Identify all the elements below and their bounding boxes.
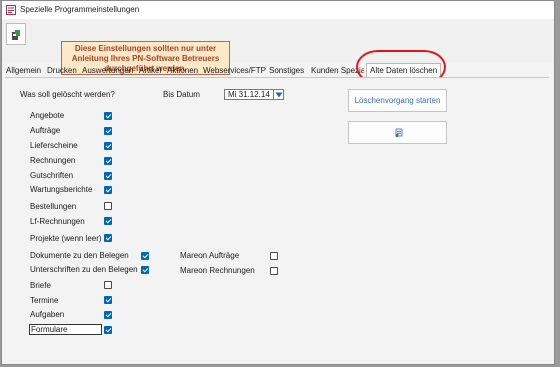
label-aufgaben: Aufgaben <box>30 310 65 319</box>
title-bar: Spezielle Programmeinstellungen <box>2 1 554 19</box>
checkbox-dokumente[interactable] <box>141 252 149 260</box>
checkbox-lf-rechnungen[interactable] <box>104 217 112 225</box>
tab-content-panel: Was soll gelöscht werden? Bis Datum Mi 3… <box>5 77 549 356</box>
checkbox-bestellungen[interactable] <box>104 202 112 210</box>
label-termine: Termine <box>30 296 59 305</box>
checkbox-rechnungen[interactable] <box>104 157 112 165</box>
label-mareon-auftraege: Mareon Aufträge <box>180 251 240 260</box>
tool-button[interactable] <box>6 23 26 45</box>
tab-webservices-ftp[interactable]: Webservices/FTP <box>203 66 266 75</box>
label-angebote: Angebote <box>30 111 65 120</box>
date-input[interactable]: Mi 31.12.14 <box>224 89 274 100</box>
date-dropdown-button[interactable] <box>274 89 284 100</box>
checkbox-aufgaben[interactable] <box>104 311 112 319</box>
checkbox-termine[interactable] <box>104 296 112 304</box>
window-title: Spezielle Programmeinstellungen <box>20 5 140 14</box>
tab-drucken[interactable]: Drucken <box>47 66 77 75</box>
start-delete-button[interactable]: Löschenvorgang starten <box>348 89 447 112</box>
chevron-down-icon <box>275 92 283 98</box>
label-mareon-rechnungen: Mareon Rechnungen <box>180 266 255 275</box>
label-auftraege: Aufträge <box>30 126 61 135</box>
tab-artikel[interactable]: Artikel <box>139 66 161 75</box>
checkbox-unterschriften[interactable] <box>141 266 149 274</box>
app-form-icon <box>6 5 16 15</box>
checkbox-auftraege[interactable] <box>104 127 112 135</box>
checkbox-wartungsberichte[interactable] <box>104 186 112 194</box>
label-unterschriften: Unterschriften zu den Belegen <box>30 265 138 274</box>
label-formulare: Formulare <box>31 325 68 334</box>
checkbox-mareon-auftraege[interactable] <box>270 252 278 260</box>
tool-icon <box>12 30 20 40</box>
label-projekte: Projekte (wenn leer) <box>30 234 102 243</box>
checkbox-formulare[interactable] <box>104 326 112 334</box>
checkbox-projekte[interactable] <box>104 234 112 242</box>
tab-sonstiges[interactable]: Sonstiges <box>269 66 304 75</box>
bis-datum-label: Bis Datum <box>163 90 200 99</box>
label-bestellungen: Bestellungen <box>30 202 77 211</box>
label-briefe: Briefe <box>30 281 51 290</box>
question-label: Was soll gelöscht werden? <box>20 90 115 99</box>
label-wartungsberichte: Wartungsberichte <box>30 185 93 194</box>
settings-window: Spezielle Programmeinstellungen Diese Ei… <box>1 0 555 365</box>
tab-allgemein[interactable]: Allgemein <box>6 66 41 75</box>
tab-bar: Allgemein Drucken Auswertungen Artikel A… <box>2 63 554 77</box>
checkbox-gutschriften[interactable] <box>104 172 112 180</box>
label-rechnungen: Rechnungen <box>30 156 76 165</box>
checkbox-briefe[interactable] <box>104 281 112 289</box>
checkbox-mareon-rechnungen[interactable] <box>270 267 278 275</box>
label-lieferscheine: Lieferscheine <box>30 141 78 150</box>
label-gutschriften: Gutschriften <box>30 171 74 180</box>
label-lf-rechnungen: Lf-Rechnungen <box>30 217 85 226</box>
tab-aktionen[interactable]: Aktionen <box>167 66 198 75</box>
delete-document-icon <box>395 128 403 138</box>
toolbar: Diese Einstellungen sollten nur unter An… <box>2 19 554 75</box>
checkbox-lieferscheine[interactable] <box>104 142 112 150</box>
delete-icon-button[interactable] <box>348 121 447 144</box>
warning-line-1: Diese Einstellungen sollten nur unter <box>74 44 217 53</box>
checkbox-angebote[interactable] <box>104 112 112 120</box>
tab-auswertungen[interactable]: Auswertungen <box>82 66 133 75</box>
label-dokumente: Dokumente zu den Belegen <box>30 251 129 260</box>
